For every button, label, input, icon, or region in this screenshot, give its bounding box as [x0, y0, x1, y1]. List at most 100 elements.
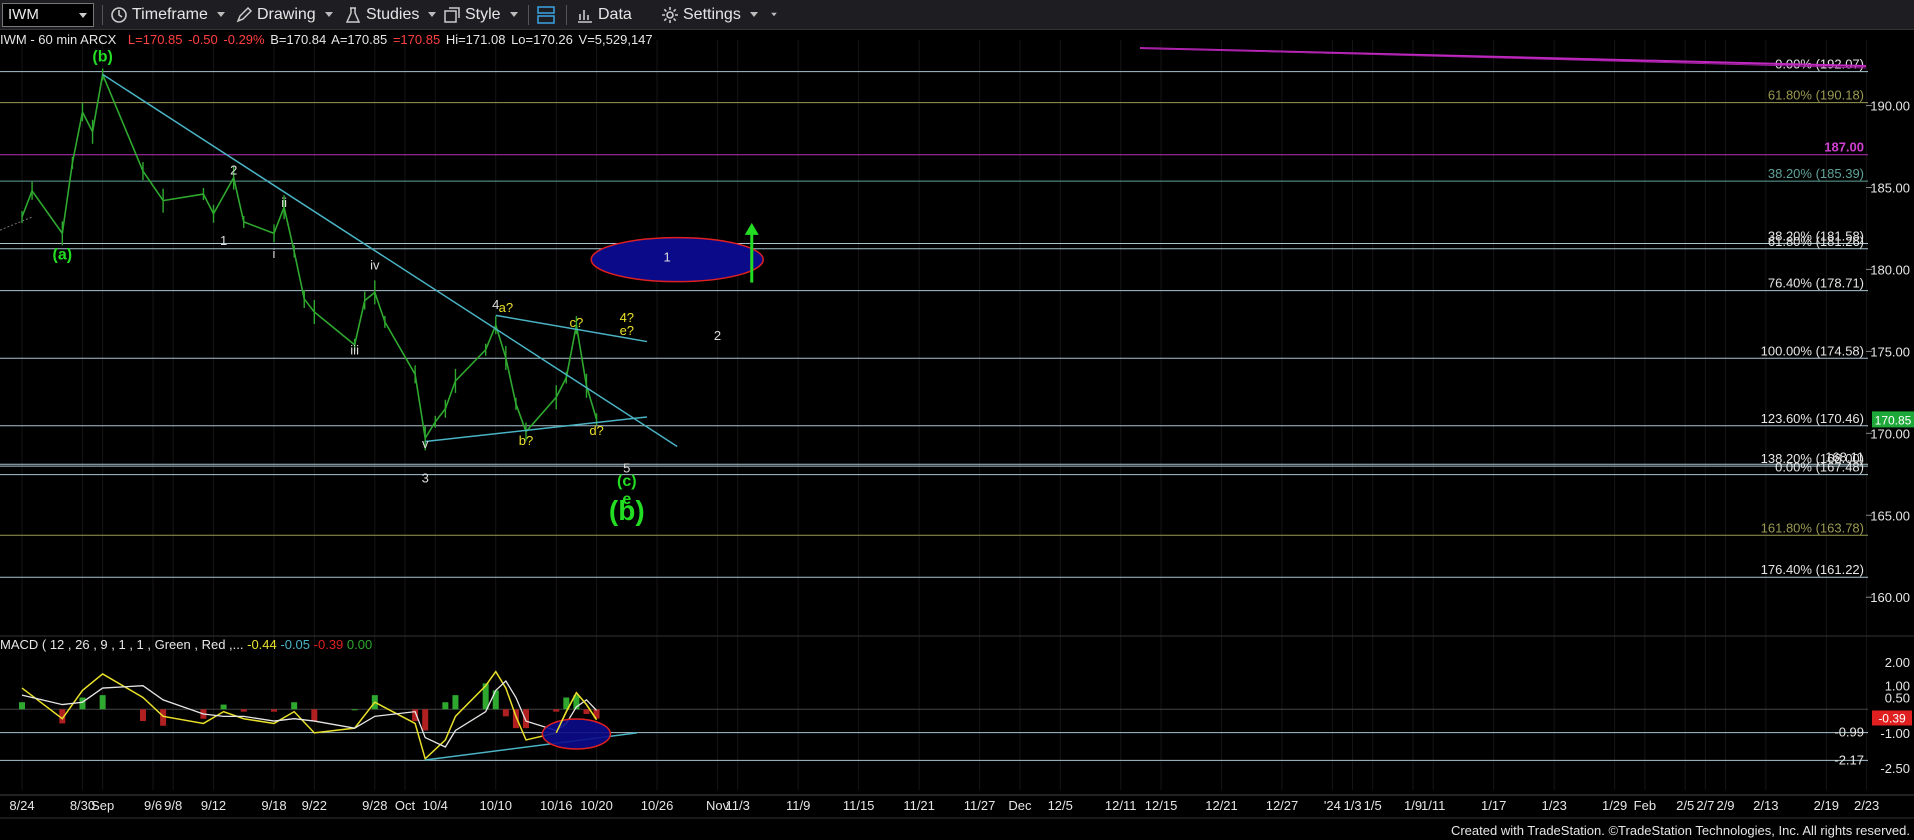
last-price-tag-text: 170.85: [1875, 413, 1912, 427]
drawing-label: Drawing: [257, 6, 316, 23]
percent-change: -0.29%: [223, 32, 265, 47]
x-tick-label: 11/3: [726, 798, 750, 813]
macd-histogram-bar: [291, 702, 298, 710]
symbol-input[interactable]: IWM: [2, 3, 94, 27]
wave-label: v: [422, 436, 429, 451]
macd-histogram-bar: [139, 709, 146, 722]
macd-line: [21, 670, 598, 761]
x-tick-label: 11/21: [903, 798, 935, 813]
timeframe-button[interactable]: Timeframe: [110, 0, 225, 30]
x-tick-label: 2/13: [1753, 798, 1778, 813]
x-tick-label: 12/21: [1205, 798, 1238, 813]
high-price: Hi=171.08: [445, 32, 506, 47]
fib-label: 61.80% (181.26): [1768, 234, 1864, 249]
net-change: -0.50: [188, 32, 218, 47]
macd-level-label: -2.17: [1834, 752, 1864, 767]
macd-histogram-bar: [351, 709, 358, 711]
price-chart[interactable]: 0.00% (192.07)61.80% (190.18)187.0038.20…: [0, 0, 1914, 840]
macd-histogram-bar: [99, 695, 106, 710]
bid-price: B=170.84: [270, 32, 327, 47]
flask-icon: [345, 7, 361, 23]
macd-tick-label: 0.50: [1885, 691, 1910, 706]
macd-level-label: -0.99: [1834, 725, 1864, 740]
macd-histogram-bar: [240, 709, 247, 712]
fib-label: 123.60% (170.46): [1761, 411, 1864, 426]
layout-button[interactable]: [536, 0, 560, 30]
x-tick-label: 1/17: [1481, 798, 1506, 813]
fib-label: 38.20% (185.39): [1768, 166, 1864, 181]
x-tick-label: Oct: [395, 798, 416, 813]
macd-title: MACD ( 12 , 26 , 9 , 1 , 1 , Green , Red…: [0, 637, 244, 652]
style-icon: [444, 7, 460, 23]
style-button[interactable]: Style: [443, 0, 518, 30]
y-tick-label: 180.00: [1870, 262, 1910, 277]
x-tick-label: Feb: [1634, 798, 1656, 813]
fib-label: 176.40% (161.22): [1761, 562, 1864, 577]
wave-label: (a): [53, 247, 73, 264]
bar-chart-icon: [578, 9, 592, 23]
target-ellipse: [590, 236, 764, 283]
y-tick-label: 190.00: [1870, 99, 1910, 114]
settings-label: Settings: [683, 6, 741, 23]
fib-label: 161.80% (163.78): [1761, 520, 1864, 535]
price-series: [21, 68, 598, 451]
overflow-chevron-icon[interactable]: [771, 13, 777, 17]
trendlines: [0, 73, 764, 448]
macd-tick-label: 2.00: [1885, 655, 1910, 670]
toolbar: IWM Timeframe Drawing Studies Style Data…: [0, 0, 1914, 30]
macd-histogram-bar: [583, 709, 590, 714]
x-tick-label: 12/27: [1266, 798, 1299, 813]
fib-label: 187.00: [1824, 140, 1864, 155]
macd-histogram-bar: [19, 702, 25, 710]
wave-label: ii: [281, 195, 287, 210]
wave-label: i: [273, 246, 276, 261]
macd-zero-value: 0.00: [346, 637, 373, 652]
x-tick-label: 10/20: [580, 798, 613, 813]
gear-icon: [662, 6, 678, 23]
symbol-info-bar: IWM - 60 min ARCX L=170.85 -0.50 -0.29% …: [0, 32, 655, 47]
y-tick-label: 170.00: [1870, 426, 1910, 441]
drawing-button[interactable]: Drawing: [235, 0, 333, 30]
settings-button[interactable]: Settings: [661, 0, 778, 30]
macd-value: -0.44: [247, 637, 277, 652]
macd-histogram-bar: [452, 695, 459, 710]
x-tick-label: 1/9: [1404, 798, 1422, 813]
wave-label: iii: [350, 343, 359, 358]
x-tick-label: '24: [1324, 798, 1341, 813]
x-tick-label: 9/12: [201, 798, 226, 813]
macd-tick-label: -2.50: [1880, 761, 1910, 776]
timeframe-label: Timeframe: [132, 6, 208, 23]
x-tick-label: 9/28: [362, 798, 387, 813]
fib-label: 76.40% (178.71): [1768, 276, 1864, 291]
chevron-down-icon: [749, 12, 758, 18]
ask-price: A=170.85: [331, 32, 388, 47]
macd-panel: -0.99 -2.17: [0, 670, 1868, 767]
macd-histogram-bar: [311, 709, 318, 722]
x-tick-label: Sep: [91, 798, 114, 813]
macd-histogram-value: -0.39: [313, 637, 344, 652]
fib-label: 61.80% (190.18): [1768, 88, 1864, 103]
studies-button[interactable]: Studies: [344, 0, 437, 30]
wave-label: a?: [499, 300, 513, 315]
x-tick-label: 11/15: [843, 798, 875, 813]
wave-label: iv: [370, 257, 380, 272]
x-tick-label: 9/22: [302, 798, 327, 813]
layout-icon: [537, 5, 555, 24]
wave-label: 3: [422, 471, 429, 486]
macd-last-tag-text: -0.39: [1878, 711, 1906, 725]
x-tick-label: 1/3: [1344, 798, 1362, 813]
fib-levels: 0.00% (192.07)61.80% (190.18)187.0038.20…: [0, 47, 1868, 578]
wave-label: c?: [570, 315, 584, 330]
chevron-down-icon: [216, 12, 225, 18]
macd-histogram-bar: [160, 709, 167, 726]
dotted-line: [0, 216, 33, 231]
x-tick-label: 10/16: [540, 798, 573, 813]
x-tick-label: 12/5: [1048, 798, 1073, 813]
wave-label: 2: [714, 328, 721, 343]
style-label: Style: [465, 6, 501, 23]
data-button[interactable]: Data: [576, 0, 632, 30]
macd-histogram-bar: [220, 704, 227, 710]
copyright-footer: Created with TradeStation. ©TradeStation…: [1450, 823, 1910, 838]
macd-tick-label: -1.00: [1880, 726, 1910, 741]
symbol-dropdown-icon[interactable]: [79, 13, 87, 18]
